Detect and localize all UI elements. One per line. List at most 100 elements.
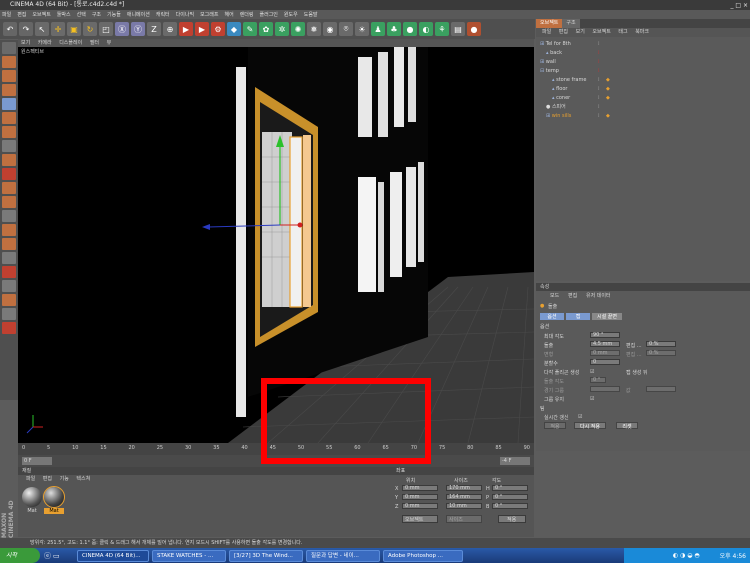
texture-mode-icon[interactable] <box>2 84 16 96</box>
menu-edit[interactable]: 편집 <box>17 11 26 18</box>
value-field[interactable] <box>646 386 676 392</box>
menu-functions[interactable]: 기능들 <box>107 11 121 18</box>
mograph-icon[interactable]: ♟ <box>371 22 385 36</box>
preserve-groups-checkbox[interactable]: ☑ <box>590 396 594 402</box>
tag-icon[interactable]: ◆ <box>606 85 610 94</box>
magnet-icon[interactable] <box>2 280 16 292</box>
viewport-menu-filter[interactable]: 필터 <box>90 40 99 46</box>
checker-icon[interactable] <box>2 168 16 180</box>
task-naver-qa[interactable]: 질문과 답변 - 네이... <box>306 549 380 562</box>
brush-icon[interactable] <box>2 266 16 278</box>
edges-mode-icon[interactable] <box>2 112 16 124</box>
select-arrow-icon[interactable]: ↖ <box>35 22 49 36</box>
position-x-field[interactable]: 0 mm <box>402 485 438 491</box>
environment-icon[interactable]: ◉ <box>323 22 337 36</box>
variation-field[interactable]: 0 mm <box>590 350 620 356</box>
menu-structure[interactable]: 구조 <box>92 11 101 18</box>
tag-icon[interactable]: ◆ <box>606 112 610 121</box>
paint-icon[interactable] <box>2 238 16 250</box>
viewport-menu-camera[interactable]: 카메라 <box>38 40 52 46</box>
visibility-dots-icon[interactable]: ⁞ <box>598 49 600 58</box>
position-z-field[interactable]: 0 mm <box>402 503 438 509</box>
rotation-p-field[interactable]: 0 ° <box>492 494 528 500</box>
subdivision-field[interactable]: 0 <box>590 359 620 365</box>
tray-icons[interactable]: ◐ ◑ ◒ ◓ <box>673 552 700 559</box>
start-button[interactable]: 시작 <box>0 548 40 563</box>
grid-icon[interactable] <box>2 210 16 222</box>
model-mode-icon[interactable] <box>2 56 16 68</box>
visibility-dots-icon[interactable]: ⁞ <box>598 85 600 94</box>
effector-icon[interactable]: ● <box>403 22 417 36</box>
edge-group-field[interactable] <box>590 386 620 392</box>
max-angle-field[interactable]: 90 ° <box>590 332 620 338</box>
size-x-field[interactable]: 170 mm <box>446 485 482 491</box>
object-row[interactable]: ● 스피어 ⁞ <box>536 103 750 112</box>
attribute-tab-options[interactable]: 옵션 <box>540 313 564 320</box>
menu-file[interactable]: 파일 <box>2 11 11 18</box>
render-view-icon[interactable]: ▶ <box>179 22 193 36</box>
menu-window[interactable]: 윈도우 <box>284 11 298 18</box>
render-settings-icon[interactable]: ⚙ <box>211 22 225 36</box>
visibility-dots-icon[interactable]: ⁞ <box>598 58 600 67</box>
object-row[interactable]: ▴ coner ⁞ ◆ <box>536 94 750 103</box>
coord-system-icon[interactable]: ⊕ <box>163 22 177 36</box>
size-y-field[interactable]: 164 mm <box>446 494 482 500</box>
om-menu-edit[interactable]: 편집 <box>559 29 568 35</box>
gizmo-x-handle-icon[interactable] <box>297 222 303 228</box>
attribute-tab-caps[interactable]: 캡 <box>566 313 590 320</box>
size-mode-dropdown[interactable]: 사이즈 <box>446 515 482 523</box>
fracture-icon[interactable]: ◐ <box>419 22 433 36</box>
array-icon[interactable]: ✲ <box>275 22 289 36</box>
object-row[interactable]: ▴ back ⁞ <box>536 49 750 58</box>
object-mode-icon[interactable] <box>2 70 16 82</box>
visibility-dots-icon[interactable]: ⁞ <box>598 67 600 76</box>
hair-icon[interactable]: ⚘ <box>435 22 449 36</box>
object-row[interactable]: ⊞ Tel for 8th ⁞ <box>536 40 750 49</box>
object-row[interactable]: ⊞ wall ⁞ <box>536 58 750 67</box>
rotation-b-field[interactable]: 0 ° <box>492 503 528 509</box>
gizmo-z-arrow-icon[interactable] <box>202 224 210 230</box>
om-menu-view[interactable]: 보기 <box>576 29 585 35</box>
material-preview-sphere[interactable] <box>43 486 65 508</box>
polygons-mode-icon[interactable] <box>2 126 16 138</box>
y-axis-icon[interactable]: Ⓨ <box>131 22 145 36</box>
deformer-icon[interactable]: ✺ <box>291 22 305 36</box>
cinema-icon[interactable]: ● <box>467 22 481 36</box>
object-row[interactable]: ▴ floor ⁞ ◆ <box>536 85 750 94</box>
cube-icon[interactable]: ◆ <box>227 22 241 36</box>
z-axis-icon[interactable]: Z <box>147 22 161 36</box>
menu-dynamics[interactable]: 다이나믹 <box>176 11 194 18</box>
scene-icon[interactable]: ❅ <box>307 22 321 36</box>
layout-icon[interactable]: ▤ <box>451 22 465 36</box>
mat-menu-file[interactable]: 파일 <box>26 476 35 482</box>
tag-icon[interactable]: ◆ <box>606 76 610 85</box>
viewport-menu-view[interactable]: 보기 <box>21 40 30 46</box>
menu-toolbox[interactable]: 툴박스 <box>57 11 71 18</box>
task-the-wind[interactable]: [3/27] 3D The Wind... <box>229 549 303 562</box>
menu-render[interactable]: 렌더링 <box>240 11 254 18</box>
camera-icon[interactable]: ⌾ <box>339 22 353 36</box>
visibility-dots-icon[interactable]: ⁞ <box>598 40 600 49</box>
visibility-dots-icon[interactable]: ⁞ <box>598 103 600 112</box>
menu-character[interactable]: 캐릭터 <box>156 11 170 18</box>
mat-menu-function[interactable]: 기능 <box>60 476 69 482</box>
menu-animation[interactable]: 애니메이션 <box>127 11 150 18</box>
mat-menu-texture[interactable]: 텍스쳐 <box>76 476 90 482</box>
extra-tool-icon[interactable] <box>2 322 16 334</box>
attribute-menu-edit[interactable]: 편집 <box>568 292 577 299</box>
settings-icon[interactable] <box>2 308 16 320</box>
end-frame-field[interactable]: -4 F <box>500 457 530 465</box>
menu-mograph[interactable]: 모그래프 <box>200 11 218 18</box>
create-ngons-checkbox[interactable]: ☑ <box>590 369 594 375</box>
tag-icon[interactable]: ◆ <box>606 94 610 103</box>
render-picture-icon[interactable]: ▶ <box>195 22 209 36</box>
cloner-icon[interactable]: ♣ <box>387 22 401 36</box>
recent-tool-icon[interactable]: ◰ <box>99 22 113 36</box>
axis-mode-icon[interactable] <box>2 140 16 152</box>
position-y-field[interactable]: 0 mm <box>402 494 438 500</box>
tab-structure[interactable]: 구조 <box>562 19 580 28</box>
extrude-angle-field[interactable]: 0 ° <box>590 377 606 383</box>
undo-icon[interactable]: ↶ <box>3 22 17 36</box>
coordinate-mode-dropdown[interactable]: 오브젝트 <box>402 515 438 523</box>
viewport-menu-display[interactable]: 디스플레이 <box>59 40 82 46</box>
